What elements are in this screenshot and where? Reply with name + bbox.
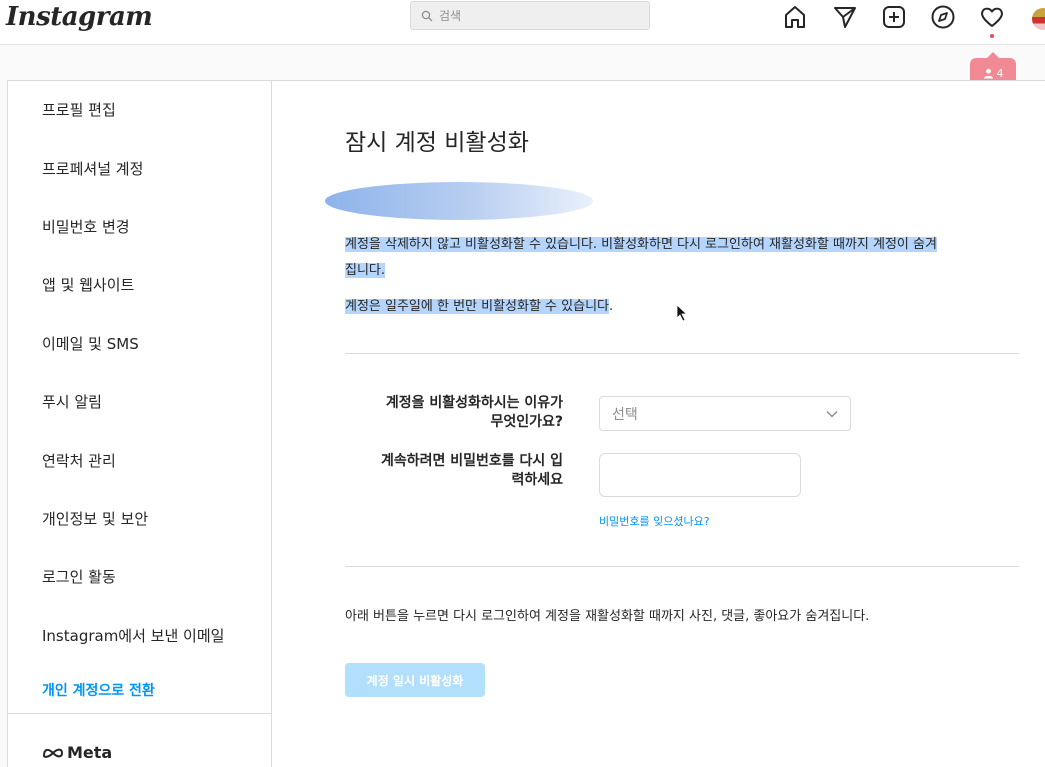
direct-message-icon[interactable] [831, 3, 859, 31]
chevron-down-icon [826, 410, 838, 418]
reason-label-line-1: 계정을 비활성화하시는 이유가 [385, 395, 563, 411]
reason-select-value: 선택 [612, 406, 638, 423]
deactivate-description: 계정을 삭제하지 않고 비활성화할 수 있습니다. 비활성화하면 다시 로그인하… [345, 232, 1035, 284]
redacted-username-blur [325, 182, 593, 220]
switch-to-personal-link[interactable]: 개인 계정으로 전환 [42, 680, 155, 700]
sidebar-item-email-sms[interactable]: 이메일 및 SMS [42, 333, 139, 354]
sidebar-item-manage-contacts[interactable]: 연락처 관리 [42, 450, 116, 471]
password-field[interactable] [599, 453, 801, 497]
search-input[interactable] [439, 8, 639, 23]
meta-logo[interactable]: Meta [42, 743, 112, 762]
notification-count: 4 [996, 66, 1004, 80]
password-label-line-1: 계속하려면 비밀번호를 다시 입 [380, 453, 563, 469]
reason-label: 계정을 비활성화하시는 이유가 무엇인가요? [345, 394, 563, 432]
sidebar-item-change-password[interactable]: 비밀번호 변경 [42, 216, 130, 237]
page-title: 잠시 계정 비활성화 [345, 130, 529, 156]
sidebar-item-privacy-security[interactable]: 개인정보 및 보안 [42, 508, 148, 529]
settings-card: 프로필 편집 프로페셔널 계정 비밀번호 변경 앱 및 웹사이트 이메일 및 S… [7, 80, 1045, 767]
deactivate-button[interactable]: 계정 일시 비활성화 [345, 663, 485, 697]
password-label: 계속하려면 비밀번호를 다시 입 력하세요 [345, 452, 563, 490]
deactivate-content: 잠시 계정 비활성화 계정을 삭제하지 않고 비활성화할 수 있습니다. 비활성… [272, 81, 1045, 767]
hide-content-note: 아래 버튼을 누르면 다시 로그인하여 계정을 재활성화할 때까지 사진, 댓글… [345, 609, 870, 624]
home-icon[interactable] [781, 3, 809, 31]
search-icon [421, 10, 433, 21]
avatar[interactable] [1032, 8, 1045, 30]
password-label-line-2: 력하세요 [511, 472, 563, 488]
description-line-2: 집니다. [345, 263, 386, 278]
person-icon [983, 68, 993, 78]
reason-label-line-2: 무엇인가요? [490, 414, 563, 430]
explore-compass-icon[interactable] [929, 3, 957, 31]
sidebar-divider [8, 713, 272, 714]
new-post-icon[interactable] [880, 3, 908, 31]
settings-sidebar: 프로필 편집 프로페셔널 계정 비밀번호 변경 앱 및 웹사이트 이메일 및 S… [8, 81, 272, 767]
meta-infinity-icon [42, 748, 64, 758]
notification-dot [990, 34, 994, 38]
sidebar-item-apps-websites[interactable]: 앱 및 웹사이트 [42, 274, 134, 295]
divider-top [345, 353, 1019, 354]
sidebar-item-login-activity[interactable]: 로그인 활동 [42, 566, 116, 587]
description-line-1: 계정을 삭제하지 않고 비활성화할 수 있습니다. 비활성화하면 다시 로그인하… [345, 237, 937, 252]
sidebar-item-push-notifications[interactable]: 푸시 알림 [42, 391, 102, 412]
top-nav: Instagram [0, 0, 1045, 45]
reason-select[interactable]: 선택 [599, 396, 851, 431]
mouse-cursor-icon [676, 304, 688, 322]
weekly-limit-period: . [609, 299, 614, 314]
sidebar-item-edit-profile[interactable]: 프로필 편집 [42, 99, 116, 120]
sidebar-item-emails-from-instagram[interactable]: Instagram에서 보낸 이메일 [42, 625, 224, 646]
weekly-limit-highlight: 계정은 일주일에 한 번만 비활성화할 수 있습니다 [345, 299, 609, 314]
meta-label: Meta [67, 743, 113, 762]
sidebar-item-professional-account[interactable]: 프로페셔널 계정 [42, 158, 143, 179]
divider-bottom [345, 566, 1019, 567]
instagram-logo[interactable]: Instagram [6, 2, 153, 32]
weekly-limit-text: 계정은 일주일에 한 번만 비활성화할 수 있습니다. [345, 294, 1035, 320]
search-box[interactable] [410, 1, 650, 30]
activity-heart-icon[interactable] [978, 3, 1006, 31]
forgot-password-link[interactable]: 비밀번호를 잊으셨나요? [599, 513, 710, 529]
